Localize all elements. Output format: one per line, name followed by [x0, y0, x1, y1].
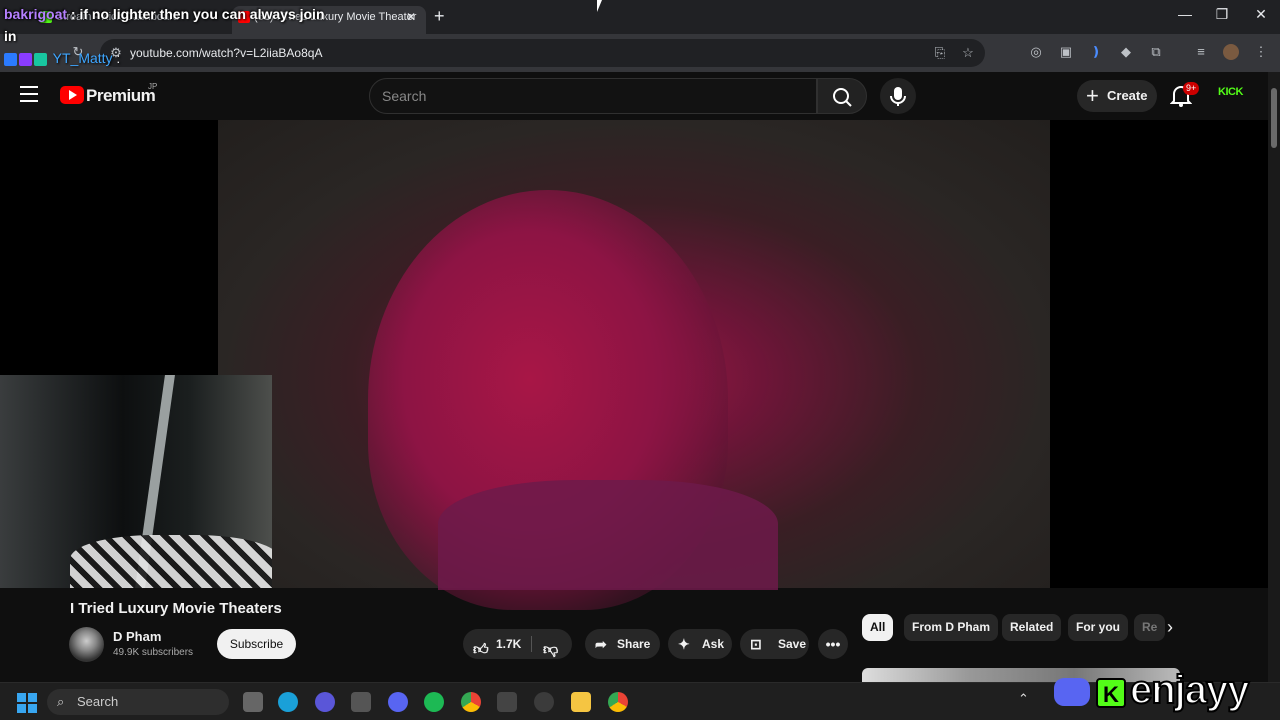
share-arrow-icon: ➦: [595, 636, 607, 652]
channel-avatar[interactable]: [69, 627, 104, 662]
thumbs-down-icon[interactable]: 👎︎: [543, 635, 558, 665]
kick-k-icon: K: [1096, 678, 1126, 708]
create-button[interactable]: + Create: [1077, 80, 1157, 112]
share-label: Share: [617, 637, 651, 651]
hamburger-menu-icon[interactable]: [20, 86, 38, 104]
bookmark-star-icon[interactable]: ☆: [960, 45, 976, 61]
youtube-header: Premium JP + Create 9+ KICK: [0, 72, 1268, 120]
plus-icon: +: [1086, 83, 1099, 108]
search-icon: ⌕: [57, 694, 65, 709]
extension-glasses-icon[interactable]: ◎: [1028, 44, 1044, 60]
file-explorer-icon[interactable]: [571, 692, 591, 712]
region-code: JP: [148, 82, 158, 91]
kick-logo[interactable]: KICK: [1218, 87, 1243, 98]
extension-diamond-icon[interactable]: ◆: [1118, 44, 1134, 60]
extension-wave-icon[interactable]: ❫: [1088, 44, 1104, 60]
microphone-icon: [890, 87, 906, 106]
taskbar-search[interactable]: ⌕ Search: [47, 689, 229, 715]
discord-taskbar-icon[interactable]: [388, 692, 408, 712]
taskbar-search-label: Search: [77, 694, 119, 709]
subscriber-count: 49.9K subscribers: [113, 647, 194, 658]
minimize-icon[interactable]: —: [1175, 6, 1195, 22]
new-tab-button[interactable]: +: [434, 6, 445, 27]
windows-start-icon[interactable]: [17, 693, 37, 713]
browser-menu-icon[interactable]: ⋮: [1253, 44, 1269, 60]
share-button[interactable]: ➦ Share: [585, 629, 660, 659]
media-controls-icon[interactable]: ≡: [1193, 44, 1209, 60]
chat-badge-icon: [34, 52, 47, 66]
close-tab-icon[interactable]: ✕: [406, 6, 416, 28]
chat-message: bakrigoat : if no lighter then you can a…: [4, 3, 334, 47]
restore-icon[interactable]: ❐: [1212, 6, 1232, 23]
url-text: youtube.com/watch?v=L2iiaBAo8qA: [130, 46, 323, 60]
video-frame-shoulder: [438, 480, 778, 590]
chat-separator: :: [112, 50, 121, 66]
tray-chevron-up-icon[interactable]: ⌃: [1018, 691, 1029, 707]
streamer-webcam-overlay: [0, 375, 272, 588]
search-input[interactable]: [382, 88, 802, 104]
like-divider: [531, 636, 532, 652]
search-button[interactable]: [817, 78, 867, 114]
chip-related[interactable]: Related: [1002, 614, 1062, 641]
profile-avatar[interactable]: [1223, 44, 1239, 60]
chat-message: YT_Matty :: [4, 50, 120, 66]
task-view-icon[interactable]: [243, 692, 263, 712]
ask-label: Ask: [702, 637, 725, 651]
vpn-app-icon[interactable]: [315, 692, 335, 712]
like-count[interactable]: 1.7K: [496, 629, 521, 659]
chip-all[interactable]: All: [862, 614, 894, 641]
sparkle-icon: ✦: [678, 636, 690, 652]
chip-truncated[interactable]: Re: [1134, 614, 1166, 641]
chat-badge-icon: [19, 52, 32, 66]
chat-badge-icon: [4, 52, 17, 66]
search-icon: [833, 88, 852, 107]
snipping-tool-icon[interactable]: [351, 692, 371, 712]
calculator-icon[interactable]: [497, 692, 517, 712]
page-scrollbar[interactable]: [1268, 72, 1280, 682]
channel-name[interactable]: D Pham: [113, 629, 161, 644]
video-player[interactable]: [218, 120, 1050, 610]
thumbs-up-icon[interactable]: 👍︎: [473, 635, 489, 665]
edge-browser-icon[interactable]: [278, 692, 298, 712]
chat-username: bakrigoat: [4, 6, 68, 22]
extensions-puzzle-icon[interactable]: ⧉: [1148, 44, 1164, 60]
youtube-logo-icon[interactable]: [60, 86, 84, 104]
webcam-blanket: [70, 535, 272, 588]
video-title: I Tried Luxury Movie Theaters: [70, 600, 282, 617]
save-label: Save: [778, 637, 807, 651]
create-label: Create: [1107, 88, 1148, 103]
chip-for-you[interactable]: For you: [1068, 614, 1128, 641]
extension-image-icon[interactable]: ▣: [1058, 44, 1074, 60]
chat-separator: :: [67, 6, 80, 22]
ask-button[interactable]: ✦ Ask: [668, 629, 732, 659]
search-box: [369, 78, 817, 114]
streamer-name: enjayy: [1129, 667, 1251, 713]
like-dislike-group: 👍︎ 1.7K 👎︎: [463, 629, 572, 659]
voice-search-button[interactable]: [880, 78, 916, 114]
player-letterbox-right: [1050, 120, 1268, 588]
save-button[interactable]: ⊡ Save: [740, 629, 809, 659]
chat-username: YT_Matty: [52, 50, 113, 66]
chrome-icon[interactable]: [461, 692, 481, 712]
notification-count-badge: 9+: [1183, 82, 1200, 95]
more-actions-icon[interactable]: •••: [818, 629, 848, 659]
subscribe-button[interactable]: Subscribe: [217, 629, 296, 659]
close-window-icon[interactable]: ✕: [1251, 6, 1271, 23]
obs-icon[interactable]: [534, 692, 554, 712]
spotify-icon[interactable]: [424, 692, 444, 712]
mouse-cursor-icon: [597, 0, 602, 12]
scrollbar-thumb[interactable]: [1271, 88, 1277, 148]
bookmark-icon: ⊡: [750, 636, 762, 652]
chip-from-channel[interactable]: From D Pham: [904, 614, 999, 641]
discord-logo-icon: [1054, 678, 1090, 706]
premium-logo-text[interactable]: Premium: [86, 86, 156, 106]
chrome-profile-icon[interactable]: [608, 692, 628, 712]
chevron-right-icon[interactable]: ›: [1167, 617, 1173, 638]
install-app-icon[interactable]: ⎘: [932, 45, 948, 61]
